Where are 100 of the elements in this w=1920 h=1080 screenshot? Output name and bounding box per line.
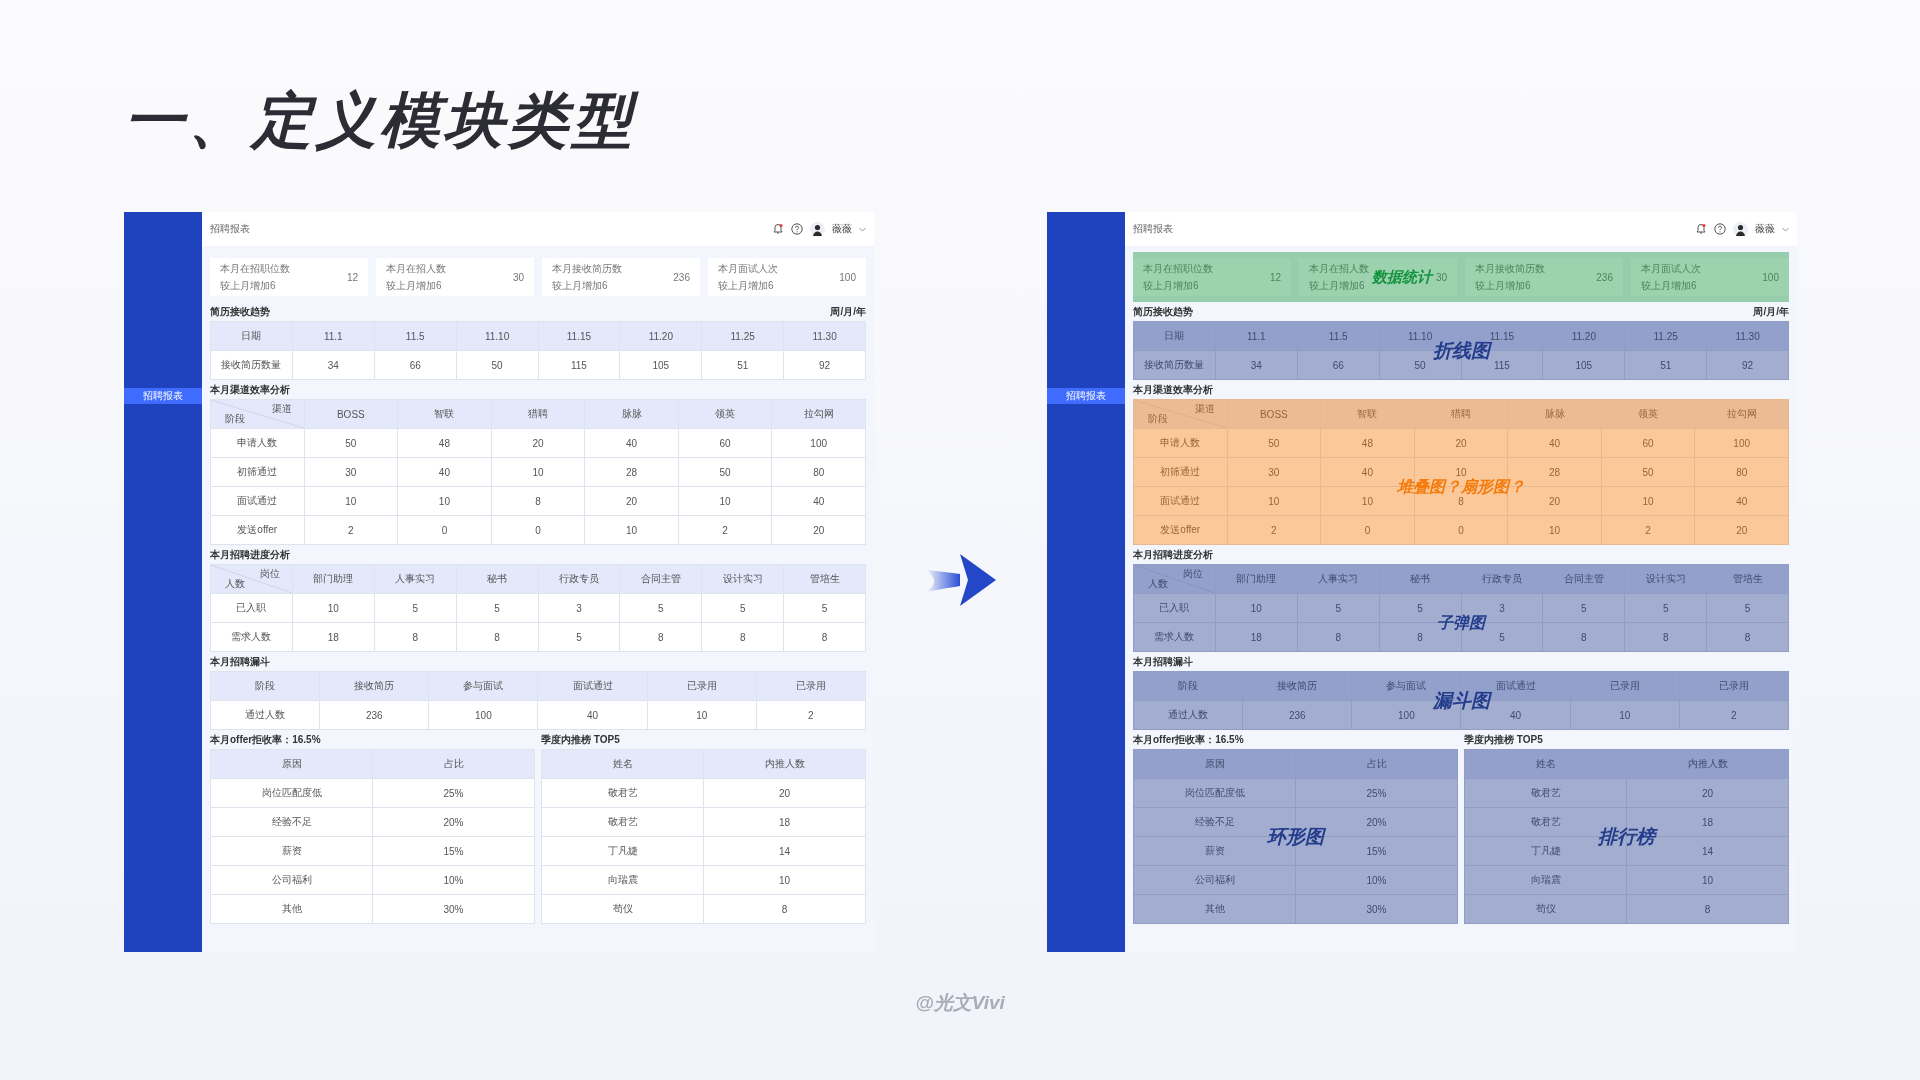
table-cell: 0: [1320, 515, 1415, 545]
table-cell: 8: [1626, 894, 1789, 924]
column-header: 部门助理: [1215, 564, 1298, 594]
table-cell: 60: [1601, 428, 1695, 458]
table-cell: 接收简历数量: [1133, 350, 1216, 380]
table-cell: 10: [647, 700, 757, 730]
sidebar-item[interactable]: 招聘报表: [1047, 388, 1125, 404]
column-header: 11.25: [701, 321, 784, 351]
table-cell: 8: [783, 622, 866, 652]
table-cell: 5: [701, 593, 784, 623]
table-cell: 34: [292, 350, 375, 380]
stat-change: 较上月增加6: [552, 278, 609, 293]
column-header: 拉勾网: [771, 399, 866, 429]
table-cell: 100: [428, 700, 538, 730]
table-cell: 10: [1215, 593, 1298, 623]
table-cell: 面试通过: [210, 486, 305, 516]
table-cell: 236: [1242, 700, 1352, 730]
table-cell: 50: [1601, 457, 1695, 487]
table-cell: 10: [304, 486, 398, 516]
table-cell: 10: [397, 486, 492, 516]
sidebar-item[interactable]: 招聘报表: [124, 388, 202, 404]
stat-label: 本月在招职位数: [220, 261, 291, 276]
table-cell: 申请人数: [210, 428, 305, 458]
help-icon[interactable]: [1714, 223, 1726, 235]
table-cell: 需求人数: [1133, 622, 1216, 652]
column-header: 11.1: [292, 321, 375, 351]
table-cell: 20: [1626, 778, 1789, 808]
user-name[interactable]: 薇薇: [832, 222, 852, 236]
column-header: 拉勾网: [1694, 399, 1789, 429]
column-header: 原因: [210, 749, 373, 779]
table-cell: 66: [1297, 350, 1380, 380]
table-cell: 8: [491, 486, 585, 516]
column-header: 已录用: [1570, 671, 1680, 701]
bell-icon[interactable]: [1695, 223, 1707, 235]
table-cell: 敬君艺: [1464, 778, 1627, 808]
column-label: 岗位: [1182, 567, 1203, 581]
table-cell: 0: [1414, 515, 1508, 545]
column-header: 人事实习: [374, 564, 457, 594]
table-cell: 8: [619, 622, 702, 652]
table-cell: 申请人数: [1133, 428, 1228, 458]
table-cell: 51: [701, 350, 784, 380]
table-cell: 8: [703, 894, 866, 924]
table-cell: 苟仪: [1464, 894, 1627, 924]
section-title: 季度内推榜 TOP5: [1464, 732, 1543, 747]
table-cell: 苟仪: [541, 894, 704, 924]
table-cell: 10: [703, 865, 866, 895]
table-cell: 10: [1570, 700, 1680, 730]
column-header: 姓名: [1464, 749, 1627, 779]
page-title: 招聘报表: [1133, 222, 1174, 236]
avatar-icon[interactable]: [810, 221, 825, 237]
column-header: 日期: [1133, 321, 1216, 351]
column-header: 人事实习: [1297, 564, 1380, 594]
table-cell: 18: [703, 807, 866, 837]
column-header: 内推人数: [703, 749, 866, 779]
column-header: 原因: [1133, 749, 1296, 779]
table-cell: 初筛通过: [1133, 457, 1228, 487]
section-title: 本月招聘漏斗: [1133, 654, 1193, 669]
author-credit: @光文Vivi: [915, 991, 1005, 1015]
table-cell: 通过人数: [1133, 700, 1243, 730]
period-label: 周/月/年: [1753, 304, 1789, 319]
table-cell: 5: [1542, 593, 1625, 623]
section-title: 本月渠道效率分析: [210, 382, 290, 397]
table-cell: 5: [538, 622, 620, 652]
table-cell: 80: [1694, 457, 1789, 487]
column-header: 猎聘: [1414, 399, 1508, 429]
column-header: 领英: [1601, 399, 1695, 429]
table-cell: 10%: [1295, 865, 1458, 895]
table-cell: 15%: [372, 836, 535, 866]
table-cell: 2: [756, 700, 866, 730]
period-label: 周/月/年: [830, 304, 866, 319]
section-title: 本月招聘进度分析: [210, 547, 290, 562]
bell-icon[interactable]: [772, 223, 784, 235]
column-header: 行政专员: [538, 564, 620, 594]
table-cell: 8: [374, 622, 457, 652]
section-title: 本月offer拒收率：16.5%: [210, 732, 321, 747]
row-label: 阶段: [1148, 412, 1168, 426]
column-header: 管培生: [783, 564, 866, 594]
column-header: 阶段: [210, 671, 320, 701]
column-header: 面试通过: [537, 671, 648, 701]
table-cell: 100: [771, 428, 866, 458]
row-label: 人数: [225, 577, 245, 591]
section-title: 本月渠道效率分析: [1133, 382, 1213, 397]
table-cell: 向瑞震: [1464, 865, 1627, 895]
column-header: 阶段: [1133, 671, 1243, 701]
table-cell: 8: [1706, 622, 1789, 652]
user-name[interactable]: 薇薇: [1755, 222, 1775, 236]
column-header: 脉脉: [1507, 399, 1602, 429]
avatar-icon[interactable]: [1733, 221, 1748, 237]
help-icon[interactable]: [791, 223, 803, 235]
column-header: 部门助理: [292, 564, 375, 594]
column-header: 占比: [1295, 749, 1458, 779]
stat-label: 本月面试人次: [1641, 261, 1702, 276]
annotation-label: 漏斗图: [1432, 688, 1490, 713]
table-cell: 8: [1624, 622, 1707, 652]
column-header: 姓名: [541, 749, 704, 779]
table-cell: 20: [771, 515, 866, 545]
table-cell: 40: [771, 486, 866, 516]
stat-value: 100: [1762, 271, 1779, 283]
table-cell: 34: [1215, 350, 1298, 380]
table-cell: 其他: [1133, 894, 1296, 924]
